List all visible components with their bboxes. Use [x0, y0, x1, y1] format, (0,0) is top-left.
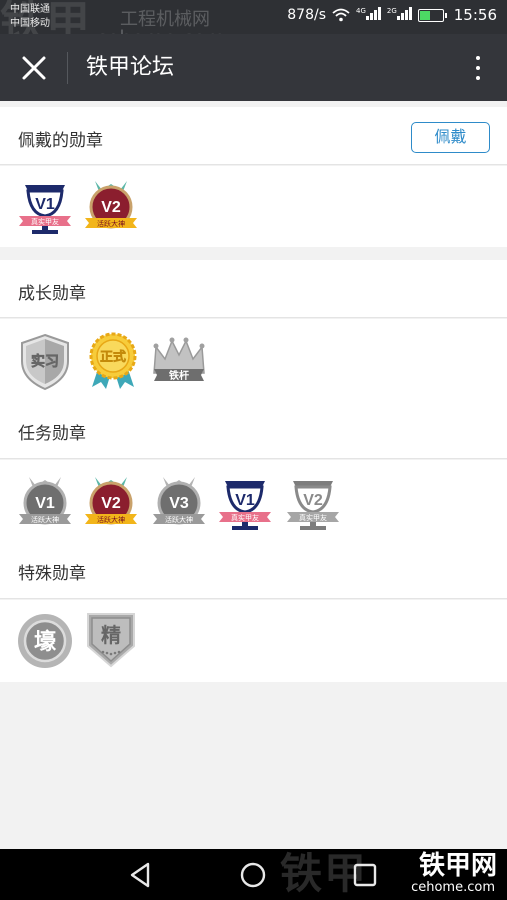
intern-text: 实习 — [31, 353, 59, 370]
watermark-brand: 铁甲网 — [418, 851, 497, 881]
carrier-2: 中国移动 — [10, 18, 50, 29]
wear-button[interactable]: 佩戴 — [411, 122, 490, 153]
task-badges-title: 任务勋章 — [18, 424, 86, 444]
network-speed: 878/s — [287, 7, 326, 23]
special-badges-header: 特殊勋章 — [0, 539, 507, 599]
signal-2-icon: 2G — [386, 6, 412, 24]
task-trophy-v1-ribbon: 真实甲友 — [231, 513, 259, 522]
official-seal-badge[interactable]: 正式 — [84, 331, 142, 389]
v1-trophy-badge[interactable]: V1 真实甲友 — [16, 178, 74, 236]
task-v1-text: V1 — [35, 495, 55, 512]
essence-shield-badge[interactable]: 精 — [82, 610, 140, 668]
v1-text: V1 — [35, 196, 55, 213]
system-nav-bar: 铁甲 铁甲网 cehome.com — [0, 849, 507, 900]
network-type-1: 4G — [355, 6, 366, 15]
growth-badges-list: 实习 正式 铁杆 — [0, 319, 507, 399]
v2-ribbon-text: 活跃大神 — [97, 219, 125, 228]
v2-grey-trophy-badge[interactable]: V2 真实甲友 — [284, 474, 342, 532]
home-button[interactable] — [233, 859, 273, 891]
more-menu-button[interactable] — [465, 50, 491, 86]
status-indicators: 878/s 4G 2G 15:56 — [287, 6, 497, 24]
network-type-2: 2G — [386, 6, 397, 15]
task-trophy-v2-ribbon: 真实甲友 — [299, 513, 327, 522]
watermark-brand-site: cehome.com — [411, 880, 495, 895]
task-v3-ribbon-text: 活跃大神 — [165, 515, 193, 524]
v1-ribbon-text: 真实甲友 — [31, 217, 59, 226]
task-v2-ribbon-text: 活跃大神 — [97, 515, 125, 524]
growth-badges-header: 成长勋章 — [0, 260, 507, 318]
task-badges-header: 任务勋章 — [0, 399, 507, 459]
special-badges-title: 特殊勋章 — [18, 564, 86, 584]
task-trophy-v1-text: V1 — [235, 492, 255, 509]
recent-square-icon — [353, 863, 377, 887]
rich-coin-badge[interactable]: 壕 — [16, 612, 74, 670]
home-circle-icon — [240, 862, 266, 888]
worn-badges-list: V1 真实甲友 V2 活跃大神 — [0, 166, 507, 247]
recent-apps-button[interactable] — [345, 859, 385, 891]
page-title: 铁甲论坛 — [86, 55, 175, 80]
worn-badges-title: 佩戴的勋章 — [18, 131, 103, 151]
title-divider — [67, 52, 68, 84]
close-icon — [22, 56, 46, 80]
task-v2-text: V2 — [101, 495, 121, 512]
battery-icon — [417, 8, 447, 22]
carrier-info: 中国联通 中国移动 — [10, 3, 50, 31]
iron-crown-badge[interactable]: 铁杆 — [150, 333, 208, 391]
close-button[interactable] — [14, 50, 54, 86]
task-badges-list: V1 活跃大神 V2 活跃大神 V3 活跃大神 V1 真实甲友 V2 真实甲友 — [0, 460, 507, 539]
title-bar: 铁甲论坛 — [0, 34, 507, 101]
essence-text: 精 — [101, 623, 121, 647]
task-v3-text: V3 — [169, 495, 189, 512]
task-v2-medal-badge[interactable]: V2 活跃大神 — [82, 474, 140, 532]
worn-badges-header: 佩戴的勋章 佩戴 — [0, 107, 507, 165]
signal-1-icon: 4G — [355, 6, 381, 24]
wifi-icon — [332, 8, 350, 22]
back-button[interactable] — [120, 859, 160, 891]
more-vertical-icon — [476, 56, 480, 60]
carrier-1: 中国联通 — [10, 4, 50, 15]
rich-text: 壕 — [34, 629, 57, 655]
v1-grey-medal-badge[interactable]: V1 活跃大神 — [16, 474, 74, 532]
status-bar: 铁甲 工程机械网 cehome.com 中国联通 中国移动 878/s 4G 2… — [0, 0, 507, 48]
official-text: 正式 — [100, 349, 126, 365]
v3-grey-medal-badge[interactable]: V3 活跃大神 — [150, 474, 208, 532]
intern-shield-badge[interactable]: 实习 — [16, 333, 74, 391]
growth-badges-title: 成长勋章 — [18, 284, 86, 304]
task-v1-trophy-badge[interactable]: V1 真实甲友 — [216, 474, 274, 532]
back-triangle-icon — [130, 862, 150, 888]
v2-text: V2 — [101, 199, 121, 216]
clock: 15:56 — [453, 6, 497, 24]
task-v1-ribbon-text: 活跃大神 — [31, 515, 59, 524]
special-badges-list: 壕 精 — [0, 600, 507, 682]
iron-text: 铁杆 — [169, 369, 189, 382]
v2-medal-badge[interactable]: V2 活跃大神 — [82, 178, 140, 236]
task-trophy-v2-text: V2 — [303, 492, 323, 509]
